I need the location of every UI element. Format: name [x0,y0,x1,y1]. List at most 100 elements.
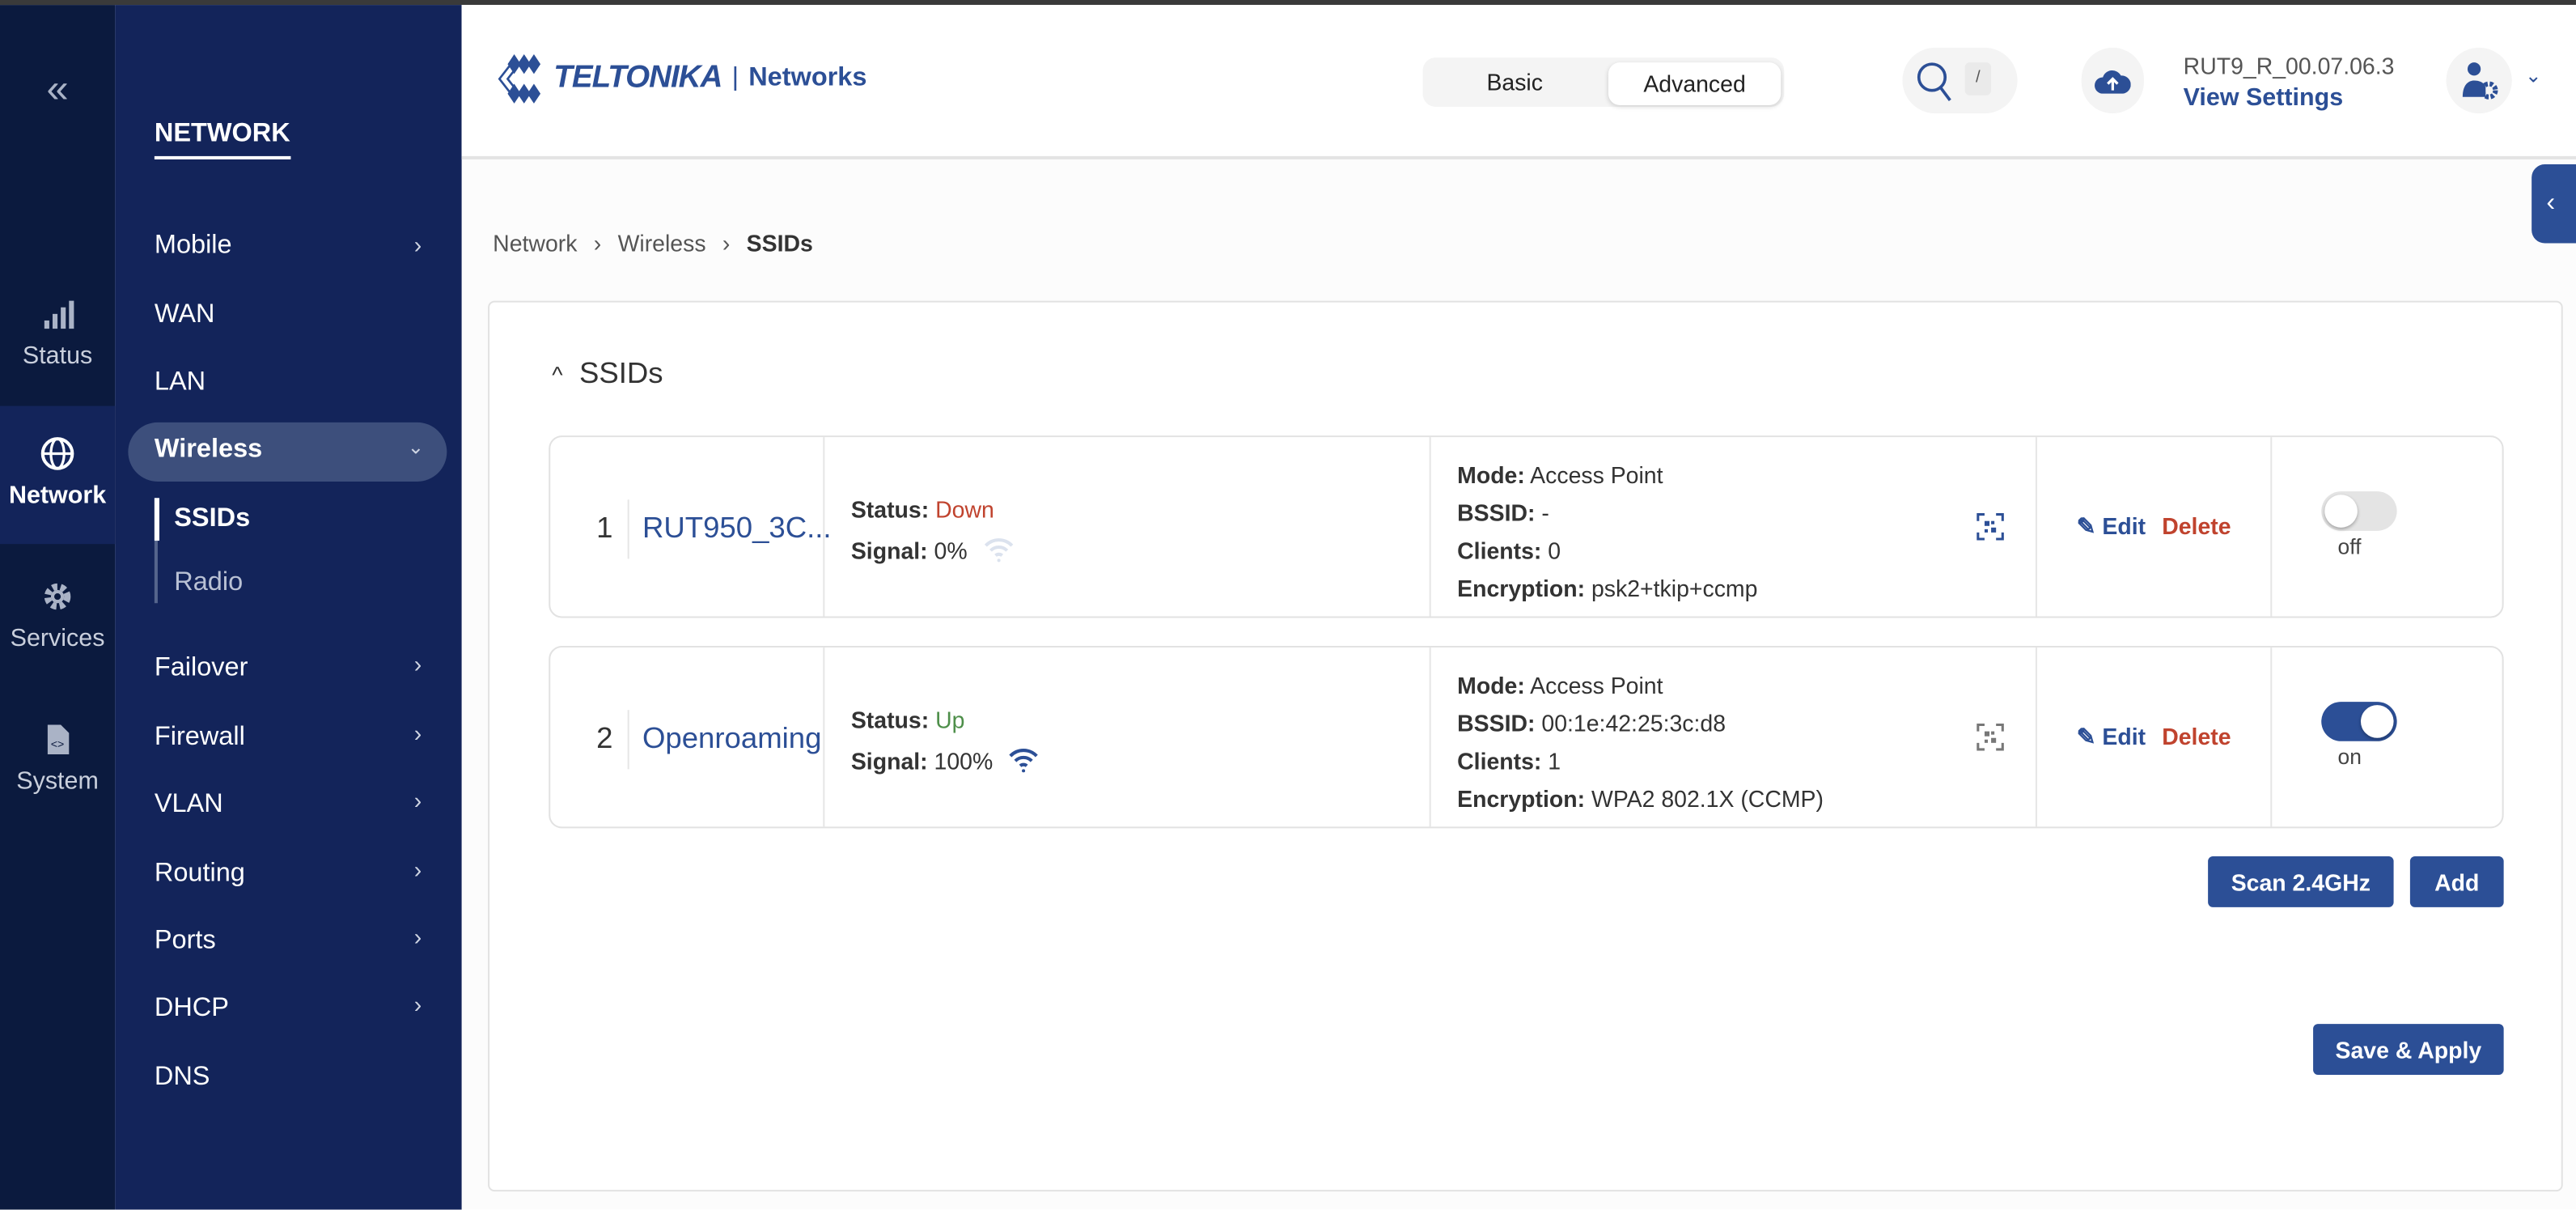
sidebar-item-wan[interactable]: WAN [155,301,215,331]
ssid-name-link[interactable]: RUT950_3C... [642,512,832,546]
rail-item-system[interactable]: <> System [0,721,115,796]
scan-button[interactable]: Scan 2.4GHz [2208,855,2394,907]
qr-code-icon[interactable] [1976,723,2005,751]
chevron-right-icon: › [413,923,422,950]
sidebar-item-routing[interactable]: Routing [155,860,245,889]
sidebar-item-dns[interactable]: DNS [155,1064,210,1093]
ssid-row: 1 RUT950_3C... Status: Down Signal: 0% M… [549,435,2504,618]
sidebar-item-ssids[interactable]: SSIDs [174,504,250,534]
rail-item-network[interactable]: Network [0,405,116,545]
ssid-name-link[interactable]: Openroaming [642,721,821,756]
chevron-right-icon: › [413,991,422,1017]
mode-basic-button[interactable]: Basic [1422,57,1606,107]
view-settings-link[interactable]: View Settings [2184,84,2344,113]
chevron-right-icon: › [413,787,422,814]
delete-button[interactable]: Delete [2162,513,2231,539]
breadcrumb: Network › Wireless › SSIDs [493,230,813,256]
edit-button[interactable]: ✎ Edit [2077,723,2146,749]
encryption-value: psk2+tkip+ccmp [1591,575,1758,602]
breadcrumb-current: SSIDs [746,230,813,257]
section-title: SSIDs [578,356,663,390]
globe-icon [40,437,74,470]
logo-subtext: Networks [748,64,867,92]
add-button[interactable]: Add [2409,855,2504,907]
encryption-value: WPA2 802.1X (CCMP) [1591,785,1824,813]
save-apply-button[interactable]: Save & Apply [2313,1024,2504,1076]
pencil-icon: ✎ [2076,723,2096,749]
firmware-version: RUT9_R_00.07.06.3 [2183,52,2395,79]
wifi-icon [984,538,1013,563]
clients-value: 1 [1548,747,1561,775]
wifi-icon [1009,749,1039,773]
chevron-right-icon: › [722,230,731,257]
rail-item-services[interactable]: Services [0,579,115,652]
chevron-right-icon: › [413,720,422,746]
signal-value: 0% [934,537,968,564]
ssid-row: 2 Openroaming Status: Up Signal: 100% Mo… [549,646,2504,829]
chevron-down-icon: ⌄ [407,435,425,459]
signal-bars-icon [44,300,74,329]
icon-rail: « Status Network Services <> System [0,5,116,1210]
sidebar-item-ports[interactable]: Ports [155,927,216,957]
sidebar-title: NETWORK [154,120,290,159]
sidebar-item-lan[interactable]: LAN [155,368,205,398]
label: Signal: [850,747,928,775]
label: Signal: [850,537,928,564]
active-indicator [154,498,159,541]
qr-code-icon[interactable] [1976,513,2005,541]
file-code-icon: <> [47,724,70,755]
collapse-sidebar-button[interactable]: « [0,67,115,113]
gear-icon [44,583,71,610]
breadcrumb-network[interactable]: Network [493,230,577,256]
label: Status: [850,496,930,523]
sidebar-item-firewall[interactable]: Firewall [155,723,245,753]
toggle-cell: off [2270,437,2503,617]
actions-cell: ✎ Edit Delete [2035,647,2270,827]
sidebar-item-dhcp[interactable]: DHCP [155,995,229,1025]
menu-label: Mobile [154,231,232,260]
enable-toggle[interactable] [2321,702,2397,741]
search-shortcut-hint: / [1964,62,1992,96]
details-cell: Mode: Access Point BSSID: - Clients: 0 E… [1429,437,2036,617]
mode-value: Access Point [1530,672,1663,699]
rail-item-status[interactable]: Status [0,296,115,370]
sidebar-item-radio[interactable]: Radio [174,569,243,599]
svg-text:<>: <> [51,738,65,751]
status-value: Up [935,707,965,733]
sidebar-item-wireless[interactable]: Wireless ⌄ [128,422,447,482]
sidebar-item-vlan[interactable]: VLAN [155,791,223,821]
user-menu-button[interactable] [2446,47,2512,114]
teltonika-logo[interactable]: TELTONIKA | Networks [498,54,866,104]
bssid-value: 00:1e:42:25:3c:d8 [1541,710,1727,737]
rail-label: Services [10,624,105,653]
chevron-right-icon: › [593,230,602,257]
status-cell: Status: Down Signal: 0% [823,437,1430,617]
menu-label: Wireless [154,435,263,464]
edit-button[interactable]: ✎ Edit [2077,513,2146,539]
status-cell: Status: Up Signal: 100% [823,647,1430,827]
chevron-down-icon[interactable]: ⌄ [2525,64,2541,87]
details-cell: Mode: Access Point BSSID: 00:1e:42:25:3c… [1429,647,2036,827]
section-toggle[interactable]: ^ SSIDs [552,357,663,392]
search-icon [1917,62,1951,101]
mode-value: Access Point [1530,461,1663,489]
mode-switch: Basic Advanced [1422,57,1785,107]
signal-value: 100% [934,747,994,775]
enable-toggle[interactable] [2321,491,2397,531]
section-sidebar: NETWORK Mobile › WAN LAN Wireless ⌄ SSIDs… [115,5,462,1210]
toggle-cell: on [2270,647,2503,827]
ssid-index: 1 [596,511,613,545]
delete-button[interactable]: Delete [2162,723,2231,749]
breadcrumb-wireless[interactable]: Wireless [618,230,706,256]
search-button[interactable]: / [1902,47,2018,114]
actions-cell: ✎ Edit Delete [2035,437,2270,617]
rail-label: System [16,767,99,796]
mode-advanced-button[interactable]: Advanced [1608,62,1782,105]
pencil-icon: ✎ [2076,512,2096,540]
chevron-right-icon: › [413,231,422,258]
cloud-upload-icon [2095,70,2131,94]
cloud-upload-button[interactable] [2081,47,2144,114]
expand-panel-tab[interactable]: ‹ [2532,164,2576,244]
sidebar-item-failover[interactable]: Failover [155,654,248,684]
toggle-label: off [2337,533,2362,559]
